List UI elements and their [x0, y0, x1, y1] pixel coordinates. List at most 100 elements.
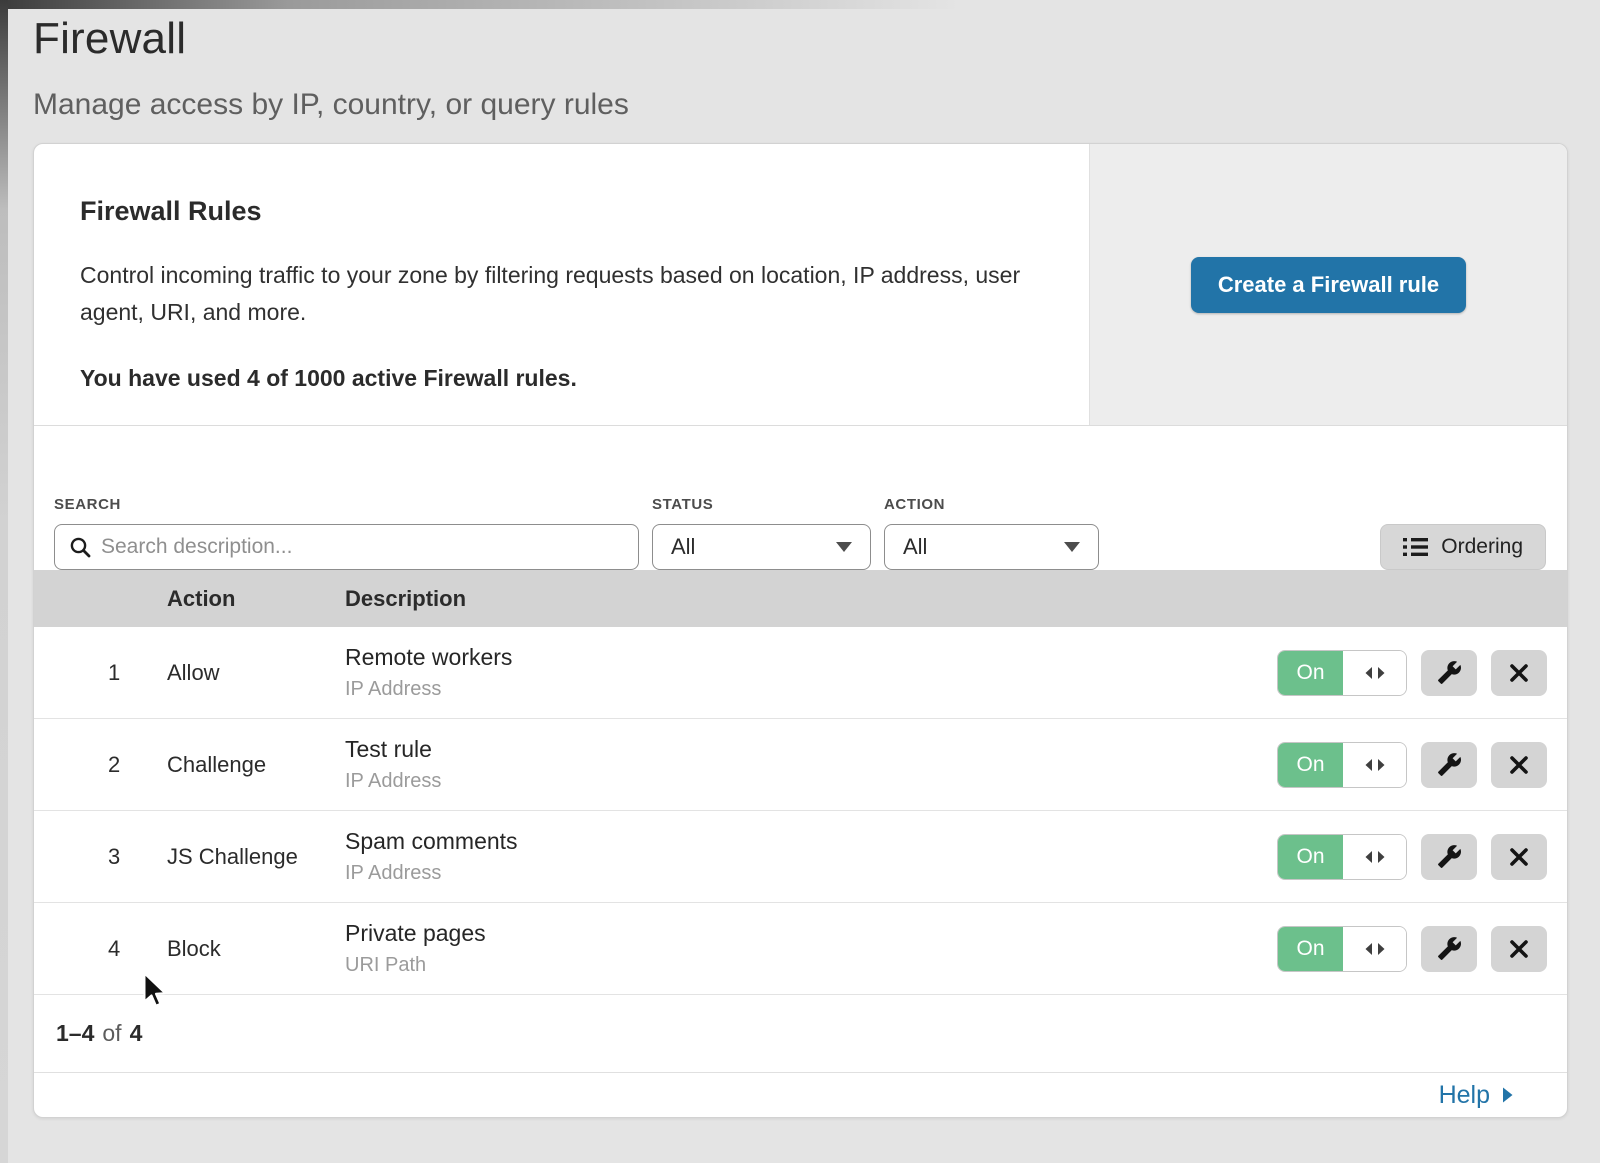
- card-usage-text: You have used 4 of 1000 active Firewall …: [80, 365, 1043, 392]
- table-row: 4 Block Private pages URI Path On: [34, 903, 1567, 995]
- table-row: 3 JS Challenge Spam comments IP Address …: [34, 811, 1567, 903]
- rule-priority: 3: [34, 844, 167, 870]
- search-input-wrap: [54, 524, 639, 570]
- toggle-on-label: On: [1278, 927, 1343, 971]
- rule-priority: 2: [34, 752, 167, 778]
- close-icon: [1508, 662, 1530, 684]
- delete-rule-button[interactable]: [1491, 650, 1547, 696]
- card-top-left: Firewall Rules Control incoming traffic …: [34, 144, 1089, 425]
- help-link-label: Help: [1439, 1081, 1490, 1110]
- rule-description: Remote workers: [345, 644, 1267, 671]
- action-select[interactable]: All: [884, 524, 1099, 570]
- rule-enabled-toggle[interactable]: On: [1277, 742, 1407, 788]
- rule-description: Private pages: [345, 920, 1267, 947]
- rule-description-cell: Private pages URI Path: [345, 920, 1267, 977]
- rule-enabled-toggle[interactable]: On: [1277, 650, 1407, 696]
- page-subtitle: Manage access by IP, country, or query r…: [33, 88, 1567, 122]
- ordering-button-label: Ordering: [1441, 535, 1523, 559]
- rule-description: Test rule: [345, 736, 1267, 763]
- left-right-arrows-icon: [1363, 850, 1387, 864]
- wrench-icon: [1437, 752, 1462, 777]
- firewall-rules-card: Firewall Rules Control incoming traffic …: [33, 143, 1568, 1118]
- toggle-handle: [1343, 743, 1406, 787]
- help-link[interactable]: Help: [1439, 1081, 1514, 1110]
- rule-description-cell: Spam comments IP Address: [345, 828, 1267, 885]
- edit-rule-button[interactable]: [1421, 926, 1477, 972]
- edit-rule-button[interactable]: [1421, 834, 1477, 880]
- rule-priority: 1: [34, 660, 167, 686]
- toggle-on-label: On: [1278, 835, 1343, 879]
- status-label: STATUS: [652, 496, 871, 513]
- action-selected-value: All: [903, 534, 927, 560]
- table-header: Action Description: [34, 570, 1567, 627]
- rule-controls: On: [1267, 650, 1567, 696]
- ordering-button[interactable]: Ordering: [1380, 524, 1546, 570]
- delete-rule-button[interactable]: [1491, 834, 1547, 880]
- wrench-icon: [1437, 936, 1462, 961]
- card-description: Control incoming traffic to your zone by…: [80, 257, 1040, 331]
- toggle-handle: [1343, 835, 1406, 879]
- arrow-right-icon: [1501, 1086, 1514, 1104]
- chevron-down-icon: [836, 542, 852, 552]
- left-right-arrows-icon: [1363, 942, 1387, 956]
- action-filter-group: ACTION All: [884, 496, 1099, 570]
- wrench-icon: [1437, 844, 1462, 869]
- rule-priority: 4: [34, 936, 167, 962]
- search-icon: [69, 536, 92, 559]
- delete-rule-button[interactable]: [1491, 926, 1547, 972]
- search-input[interactable]: [54, 524, 639, 570]
- table-row: 2 Challenge Test rule IP Address On: [34, 719, 1567, 811]
- rule-field-type: IP Address: [345, 770, 1267, 793]
- filters-bar: SEARCH STATUS All ACTION All: [34, 426, 1567, 570]
- page-header: Firewall Manage access by IP, country, o…: [0, 0, 1600, 122]
- rule-field-type: URI Path: [345, 954, 1267, 977]
- wrench-icon: [1437, 660, 1462, 685]
- pagination-range: 1–4: [56, 1020, 94, 1047]
- rule-field-type: IP Address: [345, 862, 1267, 885]
- card-heading: Firewall Rules: [80, 196, 1043, 227]
- rule-field-type: IP Address: [345, 678, 1267, 701]
- card-footer: Help: [34, 1073, 1567, 1117]
- edit-rule-button[interactable]: [1421, 650, 1477, 696]
- column-header-description: Description: [345, 586, 1267, 612]
- toggle-on-label: On: [1278, 743, 1343, 787]
- column-header-action: Action: [167, 586, 345, 612]
- toggle-handle: [1343, 927, 1406, 971]
- rule-action: Allow: [167, 660, 345, 686]
- left-right-arrows-icon: [1363, 666, 1387, 680]
- pagination-of: of: [102, 1020, 121, 1047]
- close-icon: [1508, 754, 1530, 776]
- status-filter-group: STATUS All: [652, 496, 871, 570]
- rule-action: Challenge: [167, 752, 345, 778]
- edit-rule-button[interactable]: [1421, 742, 1477, 788]
- search-label: SEARCH: [54, 496, 639, 513]
- pagination: 1–4 of 4: [34, 995, 1567, 1073]
- close-icon: [1508, 938, 1530, 960]
- rule-controls: On: [1267, 742, 1567, 788]
- rule-action: JS Challenge: [167, 844, 345, 870]
- window-edge-left: [0, 0, 8, 1163]
- search-filter-group: SEARCH: [54, 496, 639, 570]
- ordered-list-icon: [1403, 537, 1428, 557]
- rule-description-cell: Test rule IP Address: [345, 736, 1267, 793]
- rule-controls: On: [1267, 834, 1567, 880]
- card-top-right: Create a Firewall rule: [1089, 144, 1567, 425]
- toggle-handle: [1343, 651, 1406, 695]
- toggle-on-label: On: [1278, 651, 1343, 695]
- table-row: 1 Allow Remote workers IP Address On: [34, 627, 1567, 719]
- rule-enabled-toggle[interactable]: On: [1277, 834, 1407, 880]
- delete-rule-button[interactable]: [1491, 742, 1547, 788]
- window-edge-top: [0, 0, 1600, 9]
- card-top-section: Firewall Rules Control incoming traffic …: [34, 144, 1567, 426]
- page-title: Firewall: [33, 14, 1567, 64]
- rule-action: Block: [167, 936, 345, 962]
- create-firewall-rule-button[interactable]: Create a Firewall rule: [1191, 257, 1466, 313]
- rule-enabled-toggle[interactable]: On: [1277, 926, 1407, 972]
- status-select[interactable]: All: [652, 524, 871, 570]
- chevron-down-icon: [1064, 542, 1080, 552]
- action-label: ACTION: [884, 496, 1099, 513]
- close-icon: [1508, 846, 1530, 868]
- status-selected-value: All: [671, 534, 695, 560]
- pagination-total: 4: [130, 1020, 143, 1047]
- rule-controls: On: [1267, 926, 1567, 972]
